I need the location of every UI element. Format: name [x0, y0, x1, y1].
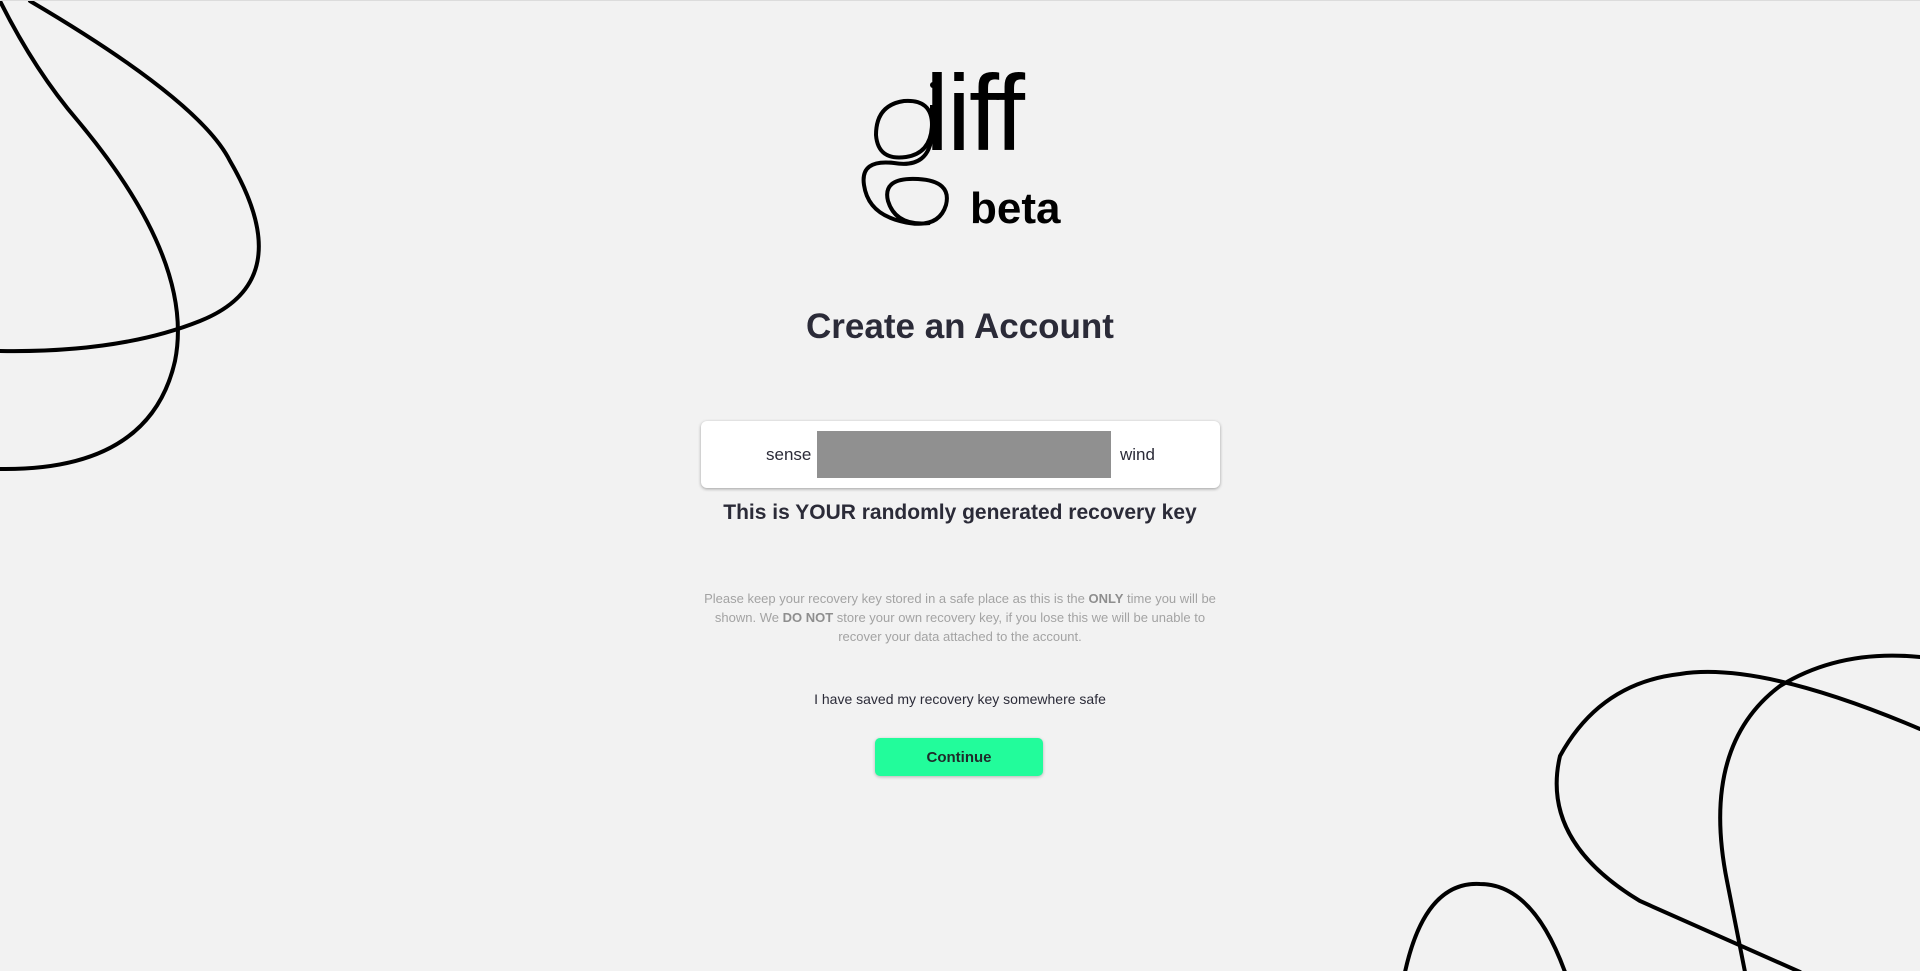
notice-emphasis-only: ONLY — [1088, 591, 1124, 606]
recovery-key-last-word: wind — [1120, 445, 1155, 464]
notice-text-3: store your own recovery key, if you lose… — [833, 610, 1206, 644]
recovery-key-card: sense wind — [701, 421, 1220, 488]
notice-emphasis-do-not: DO NOT — [782, 610, 834, 625]
recovery-notice: Please keep your recovery key stored in … — [700, 589, 1220, 646]
notice-text-1: Please keep your recovery key stored in … — [704, 591, 1089, 606]
logo-wordmark: liff — [925, 52, 1025, 173]
page-title: Create an Account — [806, 307, 1114, 346]
recovery-key-first-word: sense — [766, 445, 812, 464]
gliff-logo: liff beta — [860, 59, 1061, 233]
beta-label: beta — [970, 184, 1061, 233]
recovery-key-caption: This is YOUR randomly generated recovery… — [723, 501, 1197, 524]
continue-button[interactable]: Continue — [875, 738, 1043, 776]
confirm-saved-label: I have saved my recovery key somewhere s… — [814, 691, 1106, 707]
page: liff beta Create an Account sense wind T… — [0, 0, 1920, 971]
recovery-key-redacted — [817, 431, 1111, 478]
